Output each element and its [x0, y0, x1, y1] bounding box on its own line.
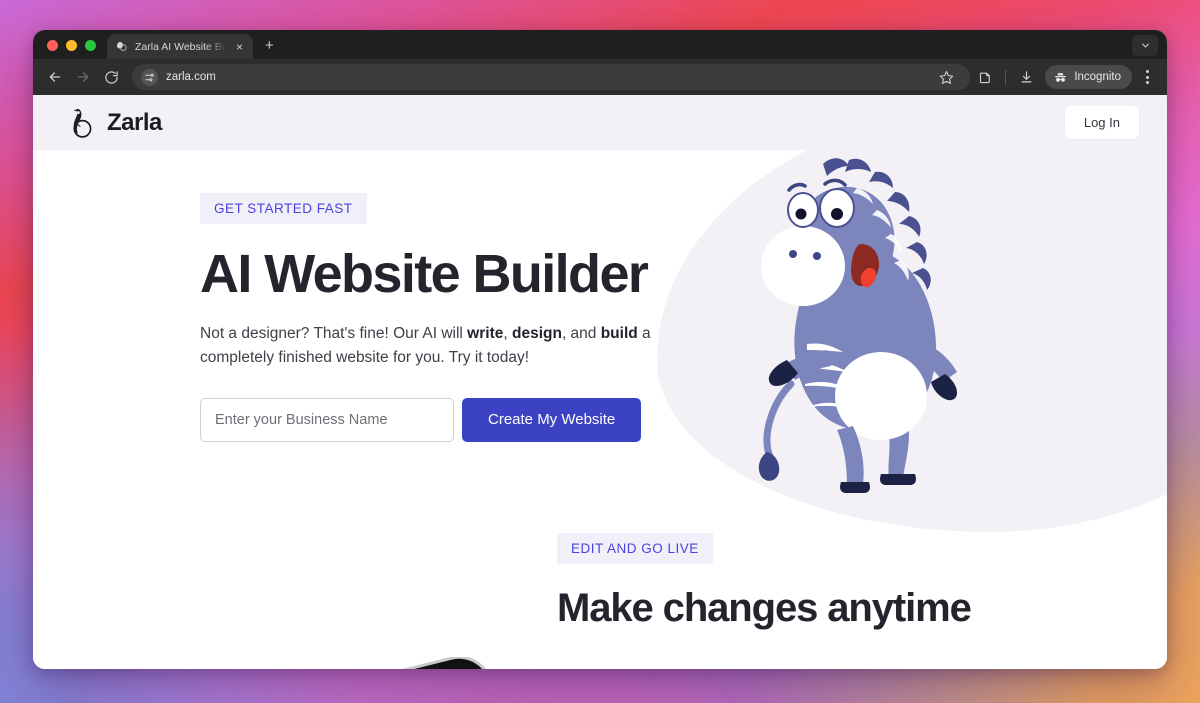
- site-settings-icon[interactable]: [141, 68, 158, 86]
- smartphone-mockup: [245, 655, 550, 669]
- close-tab-button[interactable]: ×: [232, 41, 247, 53]
- hero-content: GET STARTED FAST AI Website Builder Not …: [33, 150, 1167, 442]
- business-name-input[interactable]: [200, 397, 454, 442]
- forward-button[interactable]: [70, 64, 96, 90]
- new-tab-button[interactable]: +: [265, 38, 274, 53]
- address-bar[interactable]: zarla.com: [132, 64, 971, 90]
- bookmark-star-icon[interactable]: [934, 65, 958, 89]
- back-button[interactable]: [42, 64, 68, 90]
- address-bar-url: zarla.com: [166, 71, 216, 83]
- tab-search-chevron-down-icon[interactable]: [1132, 35, 1158, 56]
- tab-groups-icon[interactable]: [972, 64, 998, 90]
- maximize-window-button[interactable]: [85, 40, 96, 51]
- downloads-icon[interactable]: [1013, 64, 1039, 90]
- hero-cta-row: Create My Website: [200, 397, 1167, 442]
- address-bar-actions: [934, 65, 958, 89]
- incognito-icon: [1055, 72, 1067, 82]
- page-viewport: Zarla Log In GET STARTED FAST AI Website…: [33, 95, 1167, 669]
- site-header: Zarla Log In: [33, 95, 1167, 150]
- browser-tab-title: Zarla AI Website Builder - Cre: [135, 40, 226, 53]
- toolbar-divider: [1005, 69, 1007, 85]
- zarla-zebra-logo: [73, 108, 92, 138]
- incognito-indicator[interactable]: Incognito: [1045, 65, 1132, 89]
- section-two-headline: Make changes anytime: [557, 586, 972, 630]
- brand-name: Zarla: [107, 108, 162, 136]
- login-button[interactable]: Log In: [1064, 106, 1139, 139]
- hero-headline: AI Website Builder: [200, 244, 649, 304]
- zarla-zebra-favicon: [117, 41, 127, 51]
- browser-menu-button[interactable]: [1136, 64, 1158, 90]
- section-two-eyebrow-badge: EDIT AND GO LIVE: [557, 533, 713, 564]
- browser-toolbar: zarla.com Incognito: [33, 59, 1167, 95]
- hero-subcopy: Not a designer? That's fine! Our AI will…: [200, 324, 651, 367]
- zarla-zebra-mascot: [731, 158, 987, 503]
- window-traffic-lights: [43, 40, 107, 59]
- close-window-button[interactable]: [47, 40, 58, 51]
- minimize-window-button[interactable]: [66, 40, 77, 51]
- browser-tab[interactable]: Zarla AI Website Builder - Cre ×: [107, 34, 253, 59]
- create-my-website-button[interactable]: Create My Website: [462, 397, 642, 442]
- browser-window: Zarla AI Website Builder - Cre × + zarla…: [33, 30, 1167, 669]
- hero-section: GET STARTED FAST AI Website Builder Not …: [33, 150, 1167, 588]
- incognito-label: Incognito: [1074, 71, 1121, 83]
- brand-logo-link[interactable]: Zarla: [67, 107, 162, 139]
- browser-tab-strip: Zarla AI Website Builder - Cre × +: [33, 30, 1167, 59]
- hero-eyebrow-badge: GET STARTED FAST: [200, 193, 367, 224]
- reload-button[interactable]: [98, 64, 124, 90]
- section-edit-and-go-live: EDIT AND GO LIVE Make changes anytime: [33, 533, 1167, 631]
